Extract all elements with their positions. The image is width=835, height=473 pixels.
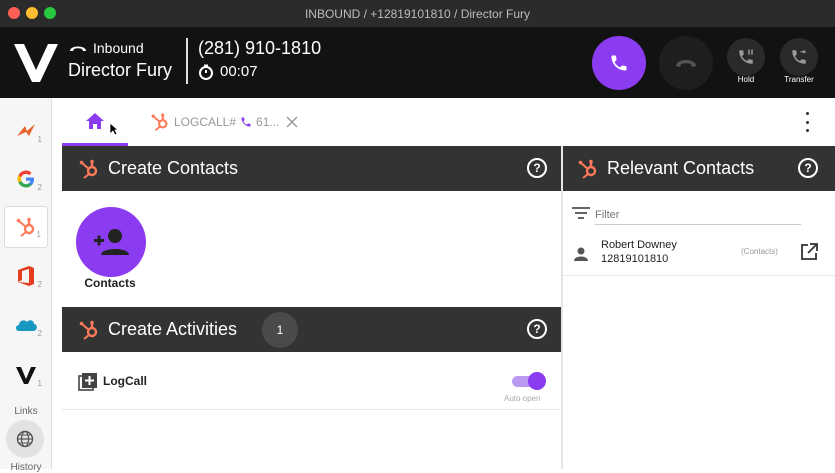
contact-name: Robert Downey [601, 239, 677, 251]
hubspot-icon [578, 159, 597, 179]
hubspot-icon [16, 217, 35, 237]
contact-row[interactable]: Robert Downey 12819101810 (Contacts) [563, 234, 835, 276]
dot [805, 129, 809, 132]
sidebar-item-klaviyo[interactable]: 1 [4, 110, 48, 152]
hangup-call-button[interactable] [659, 36, 713, 90]
phone-icon [241, 117, 251, 127]
tab-logcall-label: LOGCALL# [174, 115, 237, 129]
salesforce-icon [16, 320, 37, 331]
transfer-button[interactable] [780, 38, 818, 76]
hubspot-icon [79, 159, 98, 179]
mouse-cursor-icon [109, 122, 119, 136]
activities-count-badge: 1 [262, 312, 298, 348]
caller-name: Director Fury [68, 60, 173, 80]
tab-bar: LOGCALL# 61... [62, 98, 835, 146]
sidebar-count: 2 [37, 329, 42, 338]
tab-logcall[interactable]: LOGCALL# 61... [150, 110, 299, 134]
contact-phone: 12819101810 [601, 253, 669, 265]
create-contacts-title: Create Contacts [108, 158, 239, 178]
sidebar-count: 2 [37, 183, 42, 192]
call-timer: 00:07 [198, 63, 258, 80]
filter-icon [572, 207, 590, 219]
hangup-icon [676, 60, 696, 67]
person-icon [574, 247, 588, 261]
hubspot-icon [79, 320, 98, 340]
phone-icon [611, 55, 627, 71]
logcall-activity-row[interactable]: LogCall Auto open [62, 352, 560, 410]
contact-type: (Contacts) [741, 247, 778, 256]
office-icon [18, 266, 34, 286]
sidebar-item-salesforce[interactable]: 2 [4, 304, 48, 346]
sidebar-item-office[interactable]: 2 [4, 255, 48, 297]
auto-open-label: Auto open [504, 394, 541, 403]
more-options-icon[interactable] [799, 112, 815, 132]
integration-sidebar: 1 2 1 2 2 1 Links History [0, 98, 52, 473]
auto-open-toggle[interactable] [512, 372, 546, 390]
toggle-thumb [528, 372, 546, 390]
hubspot-icon [151, 113, 168, 131]
hold-icon [739, 49, 753, 64]
filter-input[interactable] [595, 205, 801, 225]
contacts-tile-label: Contacts [84, 276, 136, 290]
create-contact-button[interactable] [76, 207, 146, 277]
links-globe-button[interactable] [6, 420, 44, 458]
hold-button[interactable] [727, 38, 765, 76]
call-direction: Inbound [68, 40, 144, 56]
add-box-icon [78, 373, 97, 391]
open-external-icon[interactable] [799, 242, 819, 262]
sidebar-count: 1 [37, 379, 42, 388]
dot [805, 120, 809, 124]
hold-label: Hold [737, 75, 755, 84]
window-titlebar: INBOUND / +12819101810 / Director Fury [0, 0, 835, 27]
sidebar-item-hubspot[interactable]: 1 [4, 206, 48, 248]
transfer-icon [792, 49, 807, 64]
relevant-contacts-header: Relevant Contacts ? [563, 146, 835, 191]
help-icon[interactable]: ? [527, 319, 547, 339]
create-activities-header: Create Activities ? [62, 307, 561, 352]
sidebar-item-vonage[interactable]: 1 [4, 354, 48, 396]
vonage-logo-icon [14, 44, 58, 82]
caller-number: (281) 910-1810 [198, 38, 322, 58]
call-divider [186, 38, 188, 84]
create-contacts-header: Create Contacts ? [62, 146, 561, 191]
sidebar-count: 1 [37, 135, 42, 144]
help-icon[interactable]: ? [798, 158, 818, 178]
help-icon[interactable]: ? [527, 158, 547, 178]
create-activities-title: Create Activities [108, 319, 238, 339]
call-timer-value: 00:07 [220, 63, 258, 80]
transfer-label: Transfer [784, 75, 814, 84]
dot [805, 112, 809, 115]
history-label[interactable]: History [0, 462, 52, 473]
tab-logcall-suffix: 61... [256, 115, 280, 129]
pane-divider [561, 146, 563, 469]
filter-row [572, 202, 802, 226]
answer-call-button[interactable] [592, 36, 646, 90]
globe-icon [16, 430, 34, 448]
window-title: INBOUND / +12819101810 / Director Fury [304, 7, 531, 21]
inbound-call-icon [70, 46, 86, 51]
links-label: Links [14, 406, 38, 417]
close-tab-icon[interactable] [285, 115, 299, 129]
sidebar-count: 1 [36, 230, 41, 239]
google-icon [17, 170, 34, 188]
sidebar-count: 2 [37, 280, 42, 289]
add-person-icon [94, 229, 129, 255]
klaviyo-icon [17, 124, 35, 136]
tab-home[interactable] [62, 98, 128, 146]
logcall-label: LogCall [103, 374, 147, 388]
home-icon [86, 112, 104, 129]
relevant-contacts-title: Relevant Contacts [607, 158, 755, 178]
sidebar-item-google[interactable]: 2 [4, 158, 48, 200]
stopwatch-icon [199, 64, 213, 80]
vonage-icon [16, 367, 36, 384]
call-direction-label: Inbound [93, 40, 144, 56]
